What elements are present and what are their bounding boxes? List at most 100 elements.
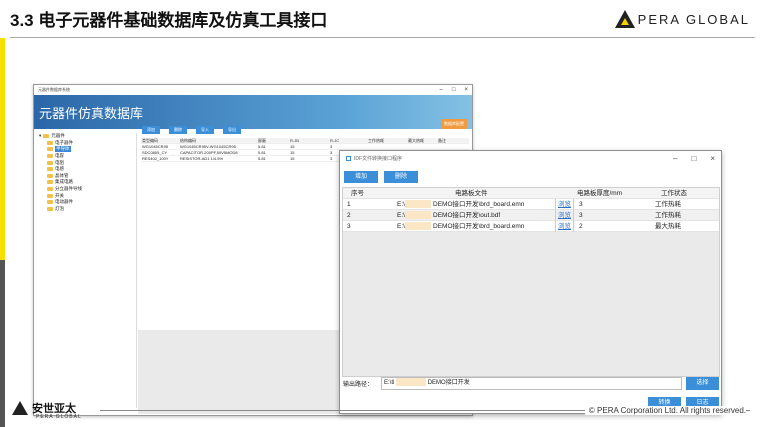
close-button[interactable]: × bbox=[464, 87, 468, 93]
tree-node[interactable]: 电感 bbox=[39, 166, 136, 173]
maximize-button[interactable]: □ bbox=[691, 154, 696, 163]
folder-icon bbox=[47, 206, 53, 211]
tree-node-label: 电阻 bbox=[55, 159, 64, 165]
board-thickness[interactable]: 3 bbox=[579, 210, 583, 221]
brand-triangle-icon bbox=[614, 10, 635, 28]
file-drive: E:\ bbox=[397, 201, 405, 208]
table-header: 序号 电路板文件 电路板厚度/mm 工作状态 bbox=[343, 188, 719, 199]
folder-icon bbox=[47, 140, 53, 145]
minimize-button[interactable]: – bbox=[440, 87, 443, 93]
column-header[interactable]: 结构编码 bbox=[179, 138, 257, 143]
table-cell: 15 bbox=[290, 156, 295, 161]
row-index: 3 bbox=[347, 223, 351, 230]
idf-window-titlebar: IDF文件转换接口程序 – □ × bbox=[340, 151, 721, 166]
tree-node[interactable]: 电动器件 bbox=[39, 199, 136, 206]
row-index: 2 bbox=[347, 212, 351, 219]
idf-converter-window: IDF文件转换接口程序 – □ × 增加 删除 序号 电路板文件 电路板厚度/mm 工… bbox=[339, 150, 722, 414]
db-add-button[interactable]: 添加 bbox=[142, 126, 160, 134]
expand-icon[interactable]: ▾ bbox=[39, 133, 41, 139]
idf-delete-button[interactable]: 删除 bbox=[384, 171, 418, 183]
table-row[interactable]: 2 E:\ DEMO接口开发\out.bdf 浏览 3 工作热耗 bbox=[343, 210, 719, 221]
slide-title: 3.3 电子元器件基础数据库及仿真工具接口 bbox=[10, 11, 328, 30]
table-row[interactable]: 3 E:\ DEMO接口开发\brd_board.emn 浏览 2 最大热耗 bbox=[343, 221, 719, 232]
output-path-input[interactable]: E:\tl DEMO接口开发 bbox=[381, 377, 682, 390]
browse-link[interactable]: 浏览 bbox=[555, 221, 574, 232]
folder-icon bbox=[47, 173, 53, 178]
copyright-text: © PERA Corporation Ltd. All rights reser… bbox=[584, 406, 746, 415]
column-header-file[interactable]: 电路板文件 bbox=[455, 188, 488, 199]
tree-node[interactable]: 分立器件导线 bbox=[39, 186, 136, 193]
tree-node[interactable]: 开关 bbox=[39, 192, 136, 199]
column-header[interactable]: 类型编码 bbox=[141, 138, 179, 143]
tree-node[interactable]: 半导体 bbox=[39, 146, 136, 153]
output-path-label: 输出路径： bbox=[343, 382, 374, 388]
file-path: DEMO接口开发\brd_board.emn bbox=[433, 201, 525, 208]
component-category-tree: ▾ 元器件 电子器件 半导体 电容 电阻 电感 晶体管 集成电路 分立器件导线 开关 电动器件 灯泡 bbox=[39, 133, 137, 408]
file-path: DEMO接口开发\brd_board.emn bbox=[433, 223, 525, 230]
row-index: 1 bbox=[347, 201, 351, 208]
tree-node[interactable]: ▾ 元器件 bbox=[39, 133, 136, 140]
table-cell: RES402_100Y bbox=[142, 156, 169, 161]
board-thickness[interactable]: 3 bbox=[579, 199, 583, 210]
tree-node-label: 半导体 bbox=[55, 146, 71, 153]
column-header[interactable]: R-JB bbox=[289, 138, 329, 143]
db-import-button[interactable]: 导入 bbox=[196, 126, 214, 134]
file-drive: E:\ bbox=[397, 223, 405, 230]
tree-node[interactable]: 集成电路 bbox=[39, 179, 136, 186]
folder-icon bbox=[47, 200, 53, 205]
table-cell: 15 bbox=[290, 150, 295, 155]
work-state[interactable]: 最大热耗 bbox=[655, 221, 681, 232]
column-header-index[interactable]: 序号 bbox=[351, 188, 364, 199]
tree-node-label: 电容 bbox=[55, 153, 64, 159]
output-path-drive: E:\tl bbox=[384, 380, 395, 386]
redacted-segment bbox=[396, 378, 427, 387]
idf-window-title: IDF文件转换接口程序 bbox=[354, 156, 403, 162]
board-thickness[interactable]: 2 bbox=[579, 221, 583, 232]
db-config-button[interactable]: 数据库配置 bbox=[441, 119, 467, 129]
table-cell: 5.81 bbox=[258, 144, 266, 149]
column-header[interactable]: R-JC bbox=[329, 138, 367, 143]
tree-node-label: 电感 bbox=[55, 166, 64, 172]
tree-node-label: 灯泡 bbox=[55, 205, 64, 211]
footer-brand-en: PERA GLOBAL bbox=[36, 414, 82, 420]
folder-icon bbox=[47, 147, 53, 152]
minimize-button[interactable]: – bbox=[673, 154, 677, 163]
board-file-table: 序号 电路板文件 电路板厚度/mm 工作状态 1 E:\ DEMO接口开发\brd_boar… bbox=[342, 187, 720, 377]
table-cell: 5.81 bbox=[258, 150, 266, 155]
tree-node[interactable]: 电子器件 bbox=[39, 140, 136, 147]
folder-icon bbox=[47, 193, 53, 198]
file-path: DEMO接口开发\out.bdf bbox=[433, 212, 501, 219]
table-row[interactable]: 1 E:\ DEMO接口开发\brd_board.emn 浏览 3 工作热耗 bbox=[343, 199, 719, 210]
db-delete-button[interactable]: 删除 bbox=[169, 126, 187, 134]
column-header[interactable]: 工作热耗 bbox=[367, 138, 407, 143]
tree-node-label: 集成电路 bbox=[55, 179, 73, 185]
work-state[interactable]: 工作热耗 bbox=[655, 199, 681, 210]
browse-link[interactable]: 浏览 bbox=[555, 210, 574, 221]
column-header-state[interactable]: 工作状态 bbox=[661, 188, 687, 199]
maximize-button[interactable]: □ bbox=[452, 87, 456, 93]
select-path-button[interactable]: 选择 bbox=[686, 377, 719, 390]
file-drive: E:\ bbox=[397, 212, 405, 219]
db-export-button[interactable]: 导出 bbox=[223, 126, 241, 134]
tree-node[interactable]: 晶体管 bbox=[39, 173, 136, 180]
tree-node[interactable]: 灯泡 bbox=[39, 206, 136, 213]
db-window-titlebar: 元器件数据库系统 – □ × bbox=[34, 85, 472, 95]
tree-node[interactable]: 电阻 bbox=[39, 159, 136, 166]
footer-logo: 安世亚太 PERA GLOBAL bbox=[12, 400, 81, 420]
tree-node-label: 开关 bbox=[55, 192, 64, 198]
idf-add-button[interactable]: 增加 bbox=[344, 171, 378, 183]
footer-triangle-icon bbox=[12, 401, 28, 415]
close-button[interactable]: × bbox=[710, 154, 715, 163]
work-state[interactable]: 工作热耗 bbox=[655, 210, 681, 221]
column-header[interactable]: 最大热耗 bbox=[407, 138, 437, 143]
db-header-title: 元器件仿真数据库 bbox=[39, 106, 144, 121]
browse-link[interactable]: 浏览 bbox=[555, 199, 574, 210]
tree-node[interactable]: 电容 bbox=[39, 153, 136, 160]
column-header-thickness[interactable]: 电路板厚度/mm bbox=[577, 188, 622, 199]
folder-icon bbox=[47, 180, 53, 185]
column-header[interactable]: 备注 bbox=[437, 138, 467, 143]
db-window-title: 元器件数据库系统 bbox=[38, 87, 70, 92]
table-cell: 15 bbox=[290, 144, 295, 149]
folder-icon bbox=[43, 134, 50, 139]
column-header[interactable]: 屏蔽 bbox=[257, 138, 289, 143]
